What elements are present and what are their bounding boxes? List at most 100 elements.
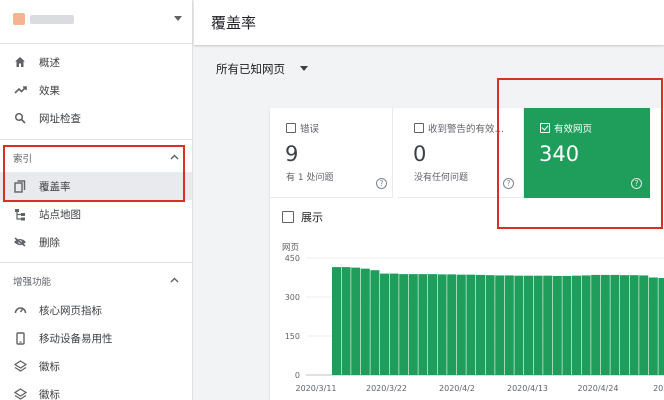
bar bbox=[485, 275, 495, 375]
section-enhancements-header[interactable]: 增强功能 bbox=[0, 268, 192, 294]
nav-core-web-vitals[interactable]: 核心网页指标 bbox=[0, 296, 192, 324]
nav-performance[interactable]: 效果 bbox=[0, 76, 192, 104]
nav-core-web-vitals-label: 核心网页指标 bbox=[39, 304, 102, 317]
nav-removals[interactable]: 删除 bbox=[0, 228, 192, 256]
checkbox-unchecked-icon[interactable] bbox=[414, 123, 424, 133]
y-tick-label: 0 bbox=[295, 371, 300, 380]
bar bbox=[562, 275, 572, 375]
tile-valid-warnings-subtitle: 没有任何问题 bbox=[414, 173, 469, 183]
page-title: 覆盖率 bbox=[211, 14, 257, 32]
tile-valid-warnings[interactable]: 收到警告的有效… 0 没有任何问题 ? bbox=[398, 108, 524, 198]
tile-valid-warnings-count: 0 bbox=[413, 142, 427, 166]
tile-valid-warnings-title: 收到警告的有效… bbox=[428, 124, 505, 135]
y-tick-label: 150 bbox=[285, 332, 300, 341]
tile-valid-pages-title: 有效网页 bbox=[554, 124, 593, 135]
mobile-icon bbox=[13, 331, 27, 345]
chevron-up-icon bbox=[170, 154, 179, 160]
nav-url-inspection[interactable]: 网址检查 bbox=[0, 104, 192, 132]
bar bbox=[351, 267, 361, 375]
coverage-icon bbox=[13, 179, 27, 193]
filter-label: 所有已知网页 bbox=[216, 62, 285, 76]
nav-mobile-usability[interactable]: 移动设备易用性 bbox=[0, 324, 192, 352]
x-tick-label: 2020/5/ bbox=[653, 384, 664, 393]
chevron-down-icon bbox=[174, 16, 182, 21]
section-enhancements-title: 增强功能 bbox=[13, 277, 52, 288]
nav-logos-2[interactable]: 徽标 bbox=[0, 380, 192, 400]
x-tick-label: 2020/4/24 bbox=[577, 384, 618, 393]
bar bbox=[380, 273, 389, 375]
x-tick-label: 2020/3/11 bbox=[295, 384, 336, 393]
checkbox-unchecked-icon[interactable] bbox=[286, 123, 296, 133]
bar bbox=[495, 275, 505, 375]
tile-errors-title: 错误 bbox=[300, 124, 320, 135]
search-icon bbox=[13, 111, 27, 125]
bar bbox=[332, 267, 341, 375]
bar bbox=[447, 274, 457, 375]
show-toggle[interactable]: 展示 bbox=[282, 209, 323, 225]
page-filter-dropdown[interactable]: 所有已知网页 bbox=[194, 46, 664, 90]
bar bbox=[437, 274, 447, 375]
page-header: 覆盖率 bbox=[194, 0, 664, 45]
section-index-header[interactable]: 索引 bbox=[0, 145, 192, 171]
bar bbox=[533, 275, 543, 375]
help-icon[interactable]: ? bbox=[376, 178, 387, 189]
gauge-icon bbox=[13, 303, 27, 317]
x-tick-label: 2020/4/13 bbox=[507, 384, 548, 393]
layers-icon bbox=[13, 387, 27, 400]
property-selector[interactable] bbox=[0, 0, 192, 44]
chevron-up-icon bbox=[170, 277, 179, 283]
bar bbox=[552, 275, 562, 375]
bar bbox=[639, 275, 649, 375]
bar bbox=[543, 275, 553, 375]
bar bbox=[341, 267, 351, 375]
show-label: 展示 bbox=[301, 211, 323, 224]
bar bbox=[610, 274, 620, 375]
nav-logos-2-label: 徽标 bbox=[39, 388, 60, 400]
x-tick-label: 2020/3/22 bbox=[366, 384, 407, 393]
nav-overview[interactable]: 概述 bbox=[0, 48, 192, 76]
bar bbox=[581, 275, 591, 375]
y-tick-label: 450 bbox=[285, 254, 300, 263]
bar bbox=[572, 275, 581, 375]
help-icon[interactable]: ? bbox=[631, 178, 642, 189]
y-axis-label: 网页 bbox=[282, 243, 299, 253]
x-tick-label: 2020/4/2 bbox=[439, 384, 475, 393]
nav-coverage-label: 覆盖率 bbox=[39, 180, 71, 193]
bar bbox=[514, 275, 524, 375]
nav-logos[interactable]: 徽标 bbox=[0, 352, 192, 380]
nav-logos-label: 徽标 bbox=[39, 360, 60, 373]
checkbox-unchecked-icon[interactable] bbox=[282, 211, 294, 223]
bar bbox=[399, 274, 409, 375]
bar bbox=[504, 275, 514, 375]
bar bbox=[476, 274, 485, 375]
bar bbox=[428, 274, 437, 375]
nav-sitemaps[interactable]: 站点地图 bbox=[0, 200, 192, 228]
sitemap-icon bbox=[13, 207, 27, 221]
y-tick-label: 300 bbox=[285, 293, 300, 302]
bar bbox=[629, 275, 639, 375]
bar bbox=[524, 275, 533, 375]
coverage-card: 错误 9 有 1 处问题 ? 收到警告的有效… 0 没有任何问题 ? 有效网页 … bbox=[270, 108, 664, 400]
property-name-redacted bbox=[30, 15, 74, 24]
section-index-title: 索引 bbox=[13, 154, 33, 165]
home-icon bbox=[13, 55, 27, 69]
bar bbox=[658, 278, 664, 375]
help-icon[interactable]: ? bbox=[503, 178, 514, 189]
tile-errors-subtitle: 有 1 处问题 bbox=[286, 173, 334, 183]
bar bbox=[360, 268, 370, 375]
bar bbox=[456, 274, 466, 375]
nav-sitemaps-label: 站点地图 bbox=[39, 208, 81, 221]
tile-errors[interactable]: 错误 9 有 1 处问题 ? bbox=[270, 108, 393, 198]
nav-coverage[interactable]: 覆盖率 bbox=[0, 172, 192, 200]
checkbox-checked-icon[interactable] bbox=[540, 123, 550, 133]
bar bbox=[389, 273, 399, 375]
tile-valid-pages[interactable]: 有效网页 340 ? bbox=[524, 108, 650, 198]
tile-errors-count: 9 bbox=[285, 142, 299, 166]
divider bbox=[0, 139, 192, 140]
bar bbox=[418, 274, 428, 375]
trending-icon bbox=[13, 83, 27, 97]
layers-icon bbox=[13, 359, 27, 373]
nav-url-inspection-label: 网址检查 bbox=[39, 112, 81, 125]
property-favicon bbox=[13, 13, 25, 25]
bar bbox=[648, 277, 658, 375]
